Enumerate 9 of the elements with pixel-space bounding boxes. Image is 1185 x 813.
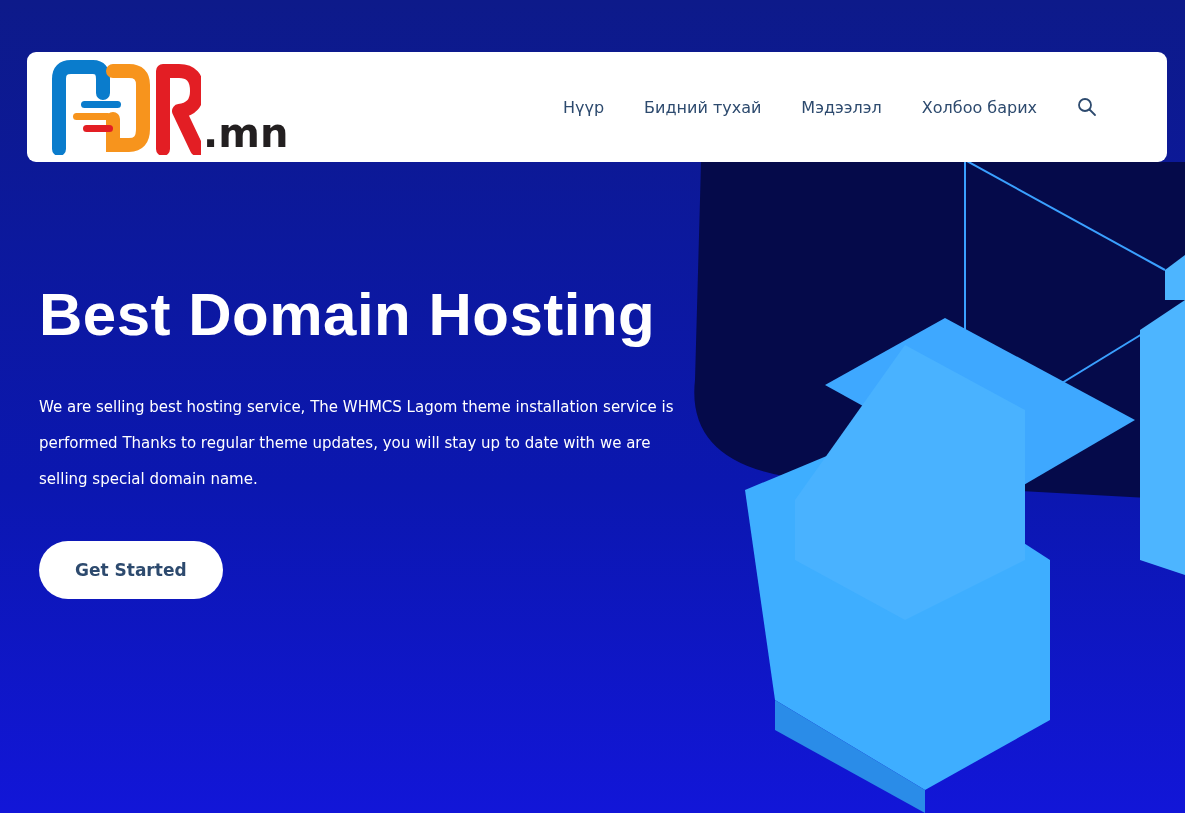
search-icon[interactable] [1077,97,1097,117]
nav-link[interactable]: Нүүр [562,97,605,117]
hero-title: Best Domain Hosting [39,280,657,349]
nav-link[interactable]: Холбоо барих [921,97,1037,117]
nav-link[interactable]: Бидний тухай [644,97,762,117]
get-started-button[interactable]: Get Started [39,541,223,599]
nav-link[interactable]: Мэдээлэл [801,97,882,117]
hero-description: We are selling best hosting service, The WHMCS Lagom theme installation service is performed Thanks to regular theme updates, you will stay up to date with we are selling special domain name. [39,397,675,490]
logo-text: .mn [203,113,289,153]
